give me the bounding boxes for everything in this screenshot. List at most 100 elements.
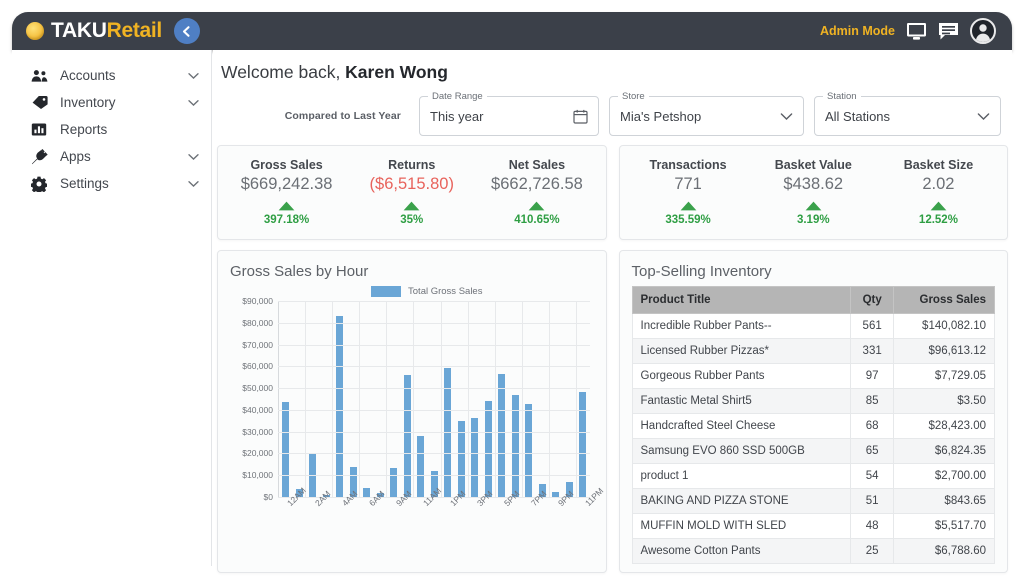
kpi-trend-arrow [876, 201, 1001, 211]
table-header-row: Product Title Qty Gross Sales [631, 286, 995, 314]
y-axis-tick-label: $20,000 [242, 448, 273, 459]
chart-bar[interactable] [336, 315, 344, 497]
kpi-delta: 397.18% [263, 214, 310, 226]
kpi-title: Basket Value [774, 158, 852, 172]
monitor-icon[interactable] [906, 22, 927, 41]
store-select[interactable]: Store Mia's Petshop [609, 91, 804, 136]
cell-gross-sales: $28,423.00 [893, 413, 995, 439]
gridline [278, 409, 590, 411]
cell-gross-sales: $96,613.12 [893, 338, 995, 364]
sidebar-item-label: Settings [60, 176, 109, 191]
bar-slot [482, 301, 496, 497]
kpi-card-sales: Gross Sales $669,242.38 397.18% Returns ($6,… [217, 145, 607, 240]
top-bar-actions: Admin Mode [820, 18, 996, 44]
date-range-field[interactable]: Date Range This year [419, 91, 599, 136]
message-icon[interactable] [938, 22, 959, 41]
date-range-value: This year [430, 108, 484, 124]
y-axis-tick-label: $50,000 [242, 383, 273, 394]
chart-bar[interactable] [363, 488, 371, 497]
chevron-down-icon[interactable] [780, 112, 793, 121]
table-row[interactable]: Fantastic Metal Shirt5 85 $3.50 [631, 388, 995, 414]
column-header-qty[interactable]: Qty [849, 286, 895, 314]
y-axis-tick-label: $70,000 [242, 339, 273, 350]
cell-gross-sales: $5,517.70 [893, 513, 995, 539]
table-title: Top-Selling Inventory [631, 263, 772, 280]
bar-slot [306, 301, 320, 497]
kpi-trend-arrow [751, 201, 876, 211]
y-axis-tick-label: $10,000 [242, 470, 273, 481]
sidebar-item-label: Apps [60, 149, 91, 164]
chevron-down-icon[interactable] [188, 180, 199, 188]
chevron-down-icon[interactable] [188, 99, 199, 107]
sidebar-item-accounts[interactable]: Accounts [22, 62, 205, 89]
cell-gross-sales: $7,729.05 [893, 363, 995, 389]
top-selling-inventory-table: Product Title Qty Gross Sales Incredible… [631, 286, 996, 564]
date-range-legend: Date Range [428, 91, 487, 102]
kpi-metric: Basket Size 2.02 12.52% [876, 158, 1001, 226]
top-selling-inventory-panel: Top-Selling Inventory Product Title Qty … [618, 250, 1008, 573]
chevron-down-icon[interactable] [188, 72, 199, 80]
kpi-value: 771 [674, 175, 702, 193]
table-row[interactable]: Handcrafted Steel Cheese 68 $28,423.00 [631, 413, 995, 439]
chart-bar[interactable] [484, 400, 492, 497]
kpi-title: Basket Size [903, 158, 974, 172]
sidebar-item-label: Accounts [60, 68, 116, 83]
chart-bar[interactable] [403, 375, 411, 497]
sidebar-collapse-button[interactable] [173, 18, 200, 44]
column-header-product[interactable]: Product Title [631, 286, 851, 314]
sidebar-item-inventory[interactable]: Inventory [22, 89, 205, 116]
calendar-icon[interactable] [573, 109, 588, 124]
panels-row: Gross Sales by Hour Total Gross Sales $0… [213, 240, 1012, 573]
chevron-down-icon[interactable] [188, 153, 199, 161]
chart-bar[interactable] [525, 404, 533, 497]
table-row[interactable]: MUFFIN MOLD WITH SLED 48 $5,517.70 [631, 513, 995, 539]
chart-bar[interactable] [498, 373, 506, 497]
table-row[interactable]: BAKING AND PIZZA STONE 51 $843.65 [631, 488, 995, 514]
bar-slot [563, 301, 577, 497]
cell-qty: 331 [849, 338, 895, 364]
table-row[interactable]: Licensed Rubber Pizzas* 331 $96,613.12 [631, 338, 995, 364]
user-avatar-icon[interactable] [970, 18, 996, 44]
chart-bar[interactable] [390, 467, 398, 497]
kpi-title: Net Sales [508, 158, 566, 172]
vertical-gridline [467, 301, 469, 497]
kpi-value: $438.62 [783, 175, 844, 193]
sidebar-item-reports[interactable]: Reports [22, 116, 205, 143]
sidebar-item-label: Reports [60, 122, 108, 137]
sidebar: Accounts Inventory Reports Apps Settings [12, 50, 212, 566]
vertical-gridline [575, 301, 577, 497]
cell-product: Licensed Rubber Pizzas* [631, 338, 851, 364]
top-bar: TAKU Retail Admin Mode [12, 12, 1012, 50]
chart-bar[interactable] [417, 435, 425, 497]
brand-logo[interactable]: TAKU Retail [26, 19, 162, 43]
chevron-down-icon[interactable] [977, 112, 990, 121]
vertical-gridline [305, 301, 307, 497]
chart-bar[interactable] [282, 402, 290, 497]
cell-qty: 68 [849, 413, 895, 439]
bar-slot [333, 301, 347, 497]
table-row[interactable]: Incredible Rubber Pants-- 561 $140,082.10 [631, 313, 995, 339]
column-header-gross-sales[interactable]: Gross Sales [893, 286, 995, 314]
station-select[interactable]: Station All Stations [814, 91, 1001, 136]
cell-product: product 1 [631, 463, 851, 489]
table-row[interactable]: Gorgeous Rubber Pants 97 $7,729.05 [631, 363, 995, 389]
bar-slot [455, 301, 469, 497]
kpi-title: Returns [388, 158, 436, 172]
cell-product: Samsung EVO 860 SSD 500GB [631, 438, 851, 464]
table-row[interactable]: product 1 54 $2,700.00 [631, 463, 995, 489]
chart-bar[interactable] [471, 417, 479, 497]
table-head: Product Title Qty Gross Sales [631, 286, 995, 314]
bar-slot [293, 301, 307, 497]
bar-slot [414, 301, 428, 497]
table-row[interactable]: Samsung EVO 860 SSD 500GB 65 $6,824.35 [631, 438, 995, 464]
chart: Total Gross Sales $0 $10,000 $20,000 $30,00… [230, 286, 606, 539]
bar-slot [441, 301, 455, 497]
gridline [278, 366, 590, 368]
cell-gross-sales: $6,824.35 [893, 438, 995, 464]
table-row[interactable]: Awesome Cotton Pants 25 $6,788.60 [631, 538, 995, 564]
sidebar-item-apps[interactable]: Apps [22, 143, 205, 170]
sidebar-item-settings[interactable]: Settings [22, 170, 205, 197]
kpi-delta: 410.65% [514, 214, 560, 226]
kpi-delta: 12.52% [918, 214, 958, 226]
chart-bar[interactable] [579, 392, 587, 497]
